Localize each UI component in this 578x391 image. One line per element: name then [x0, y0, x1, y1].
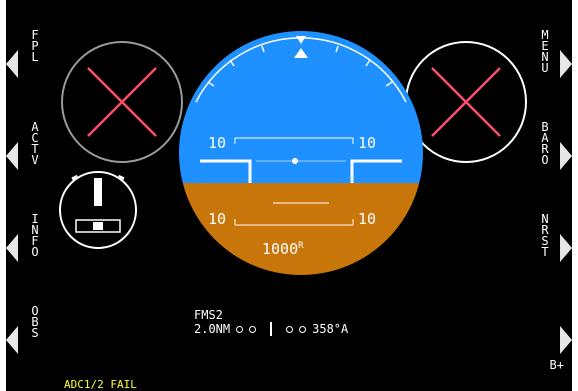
ground	[179, 183, 423, 275]
cdi-dot-icon	[249, 325, 257, 333]
pitch-label-lower-left: 10	[208, 210, 227, 228]
airspeed-failed-gauge	[61, 41, 183, 163]
right-arrow-icon	[560, 234, 572, 262]
course-readout: 358°A	[312, 322, 349, 336]
softkey-actv[interactable]: ACTV	[0, 120, 56, 194]
softkey-fpl[interactable]: FPL	[0, 28, 56, 102]
softkey-label: INFO	[31, 212, 39, 259]
pitch-label-lower-right: 10	[358, 210, 377, 228]
nav-source-block: FMS2 2.0NM 358°A	[194, 308, 348, 336]
softkey-menu[interactable]: MENU	[522, 28, 578, 102]
softkey-nrst[interactable]: NRST	[522, 212, 578, 286]
distance-readout: 2.0NM	[194, 322, 231, 336]
left-arrow-icon	[6, 142, 18, 170]
cdi-dot-icon	[236, 325, 244, 333]
cdi-needle-icon	[270, 322, 273, 336]
right-arrow-icon	[560, 142, 572, 170]
softkey-label: BARO	[541, 120, 549, 167]
pitch-label-upper-left: 10	[208, 134, 227, 152]
softkey-label: MENU	[541, 28, 549, 75]
turn-coordinator	[59, 171, 137, 249]
radar-altitude: 1000R	[262, 240, 304, 258]
pfd-display: FPL ACTV INFO OBS MENU BARO NRST 10 10 1…	[0, 0, 578, 391]
cdi-dot-icon	[286, 325, 294, 333]
adc-fail-alert: ADC1/2 FAIL	[64, 378, 137, 391]
left-arrow-icon	[6, 326, 18, 354]
cdi-dot-icon	[299, 325, 307, 333]
softkey-label: NRST	[541, 212, 549, 259]
pitch-label-upper-right: 10	[358, 134, 377, 152]
left-arrow-icon	[6, 50, 18, 78]
cdi-row: 2.0NM 358°A	[194, 322, 348, 336]
softkey-label: ACTV	[31, 120, 39, 167]
right-arrow-icon	[560, 50, 572, 78]
softkey-baro[interactable]: BARO	[522, 120, 578, 194]
left-arrow-icon	[6, 234, 18, 262]
softkey-label: FPL	[31, 28, 39, 64]
right-arrow-icon	[560, 326, 572, 354]
nav-source: FMS2	[194, 308, 223, 322]
softkey-label: OBS	[31, 304, 39, 340]
softkey-obs[interactable]: OBS	[0, 304, 56, 378]
extra-softkey-label: B+	[549, 358, 564, 372]
softkey-info[interactable]: INFO	[0, 212, 56, 286]
